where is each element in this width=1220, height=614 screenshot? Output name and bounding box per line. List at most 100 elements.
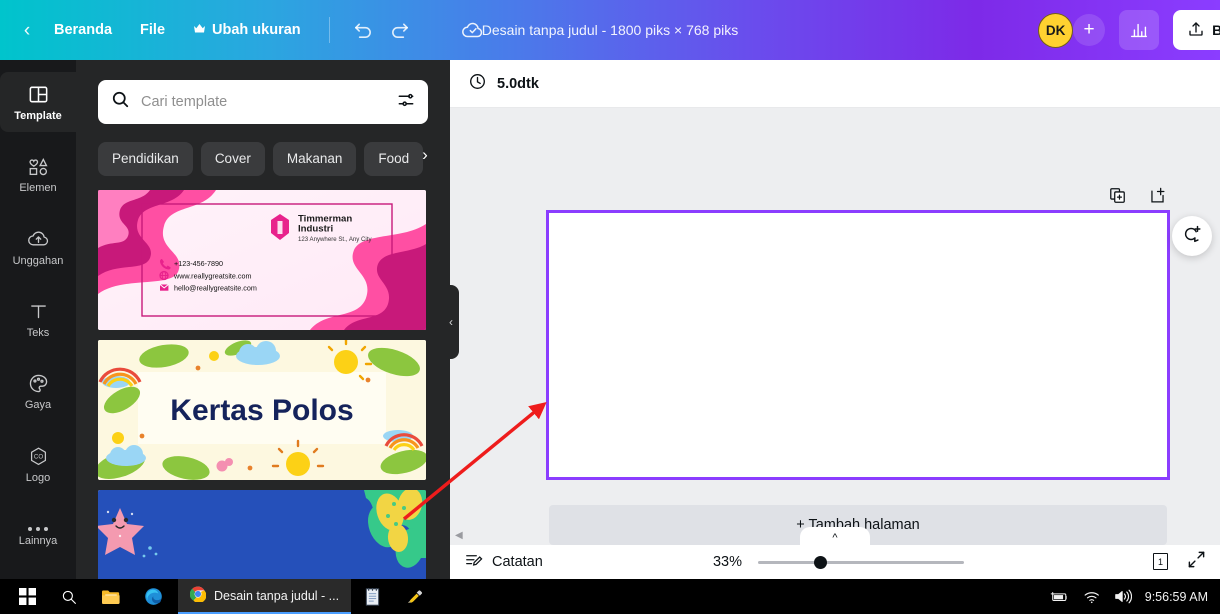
zoom-slider-knob[interactable] xyxy=(814,555,827,569)
taskbar-search-icon[interactable] xyxy=(48,579,90,614)
notepad-icon[interactable] xyxy=(351,579,393,614)
pages-button[interactable]: 1 xyxy=(1151,551,1173,573)
template-card-selotip-banner[interactable]: Selotip xyxy=(98,490,426,579)
redo-button[interactable] xyxy=(382,11,420,49)
left-rail: Template Elemen Unggahan Teks Gaya CO Lo… xyxy=(0,60,76,579)
insights-button[interactable] xyxy=(1119,10,1160,50)
search-input[interactable] xyxy=(141,94,386,110)
document-title-text: Desain tanpa judul - 1800 piks × 768 pik… xyxy=(481,22,739,38)
zoom-percent-label: 33% xyxy=(712,554,742,570)
avatar[interactable]: DK xyxy=(1038,12,1074,48)
crown-icon xyxy=(193,23,206,37)
chip-label: Cover xyxy=(214,151,251,166)
palette-icon xyxy=(27,372,50,395)
notes-icon xyxy=(464,551,483,574)
add-page-icon[interactable] xyxy=(1146,184,1168,206)
sidebar-item-label: Template xyxy=(14,109,62,122)
share-button[interactable]: Ba xyxy=(1173,10,1220,50)
upload-cloud-icon xyxy=(27,228,50,251)
file-label: File xyxy=(140,22,166,38)
sidebar-item-label: Gaya xyxy=(24,399,52,412)
template-results: Timmerman Industri 123 Anywhere St., Any… xyxy=(76,178,450,579)
sidebar-item-label: Unggahan xyxy=(12,254,64,267)
resize-button[interactable]: Ubah ukuran xyxy=(179,14,315,46)
chips-next-arrow-icon[interactable]: › xyxy=(414,145,436,165)
add-collaborator-button[interactable]: + xyxy=(1073,14,1106,46)
design-page-canvas[interactable] xyxy=(546,210,1170,480)
battery-charging-icon[interactable] xyxy=(1050,590,1070,604)
wifi-icon[interactable] xyxy=(1083,590,1101,604)
sidebar-item-label: Teks xyxy=(26,326,50,339)
sidebar-item-unggahan[interactable]: Unggahan xyxy=(0,217,76,277)
top-toolbar-left: ‹ Beranda File Ubah ukuran xyxy=(0,0,492,60)
notes-button[interactable]: Catatan xyxy=(464,551,543,574)
volume-icon[interactable] xyxy=(1114,589,1132,604)
chip-cover[interactable]: Cover xyxy=(200,141,265,176)
duplicate-page-icon[interactable] xyxy=(1106,184,1128,206)
sliders-icon[interactable] xyxy=(396,90,416,115)
clock-icon[interactable] xyxy=(468,72,487,96)
canvas-body: + Tambah halaman ◀ ^ xyxy=(450,108,1220,545)
taskbar-clock[interactable]: 9:56:59 AM xyxy=(1145,590,1208,604)
home-button[interactable]: Beranda xyxy=(40,14,126,46)
file-explorer-icon[interactable] xyxy=(90,579,132,614)
zoom-slider[interactable] xyxy=(758,554,964,570)
shapes-icon xyxy=(27,155,50,178)
scroll-left-indicator[interactable]: ◀ xyxy=(455,530,463,541)
windows-start-icon[interactable] xyxy=(6,579,48,614)
top-toolbar-right: DK + Ba xyxy=(1038,0,1220,60)
magic-assist-button[interactable] xyxy=(1172,216,1212,256)
footer-right: 1 xyxy=(1151,550,1206,574)
toolbar-divider xyxy=(328,17,330,43)
chip-label: Pendidikan xyxy=(112,151,179,166)
pages-count: 1 xyxy=(1153,553,1168,570)
panel-collapse-handle[interactable]: ‹ xyxy=(443,285,459,359)
timer-label: 5.0dtk xyxy=(497,75,539,92)
file-menu-button[interactable]: File xyxy=(126,14,179,46)
taskbar-window-label: Desain tanpa judul - ... xyxy=(214,588,340,603)
paint-icon[interactable] xyxy=(393,579,435,614)
chrome-icon xyxy=(189,586,207,605)
svg-text:Industri: Industri xyxy=(298,224,333,235)
template-icon xyxy=(27,83,50,106)
magic-assist-icon xyxy=(1181,223,1203,250)
sidebar-item-gaya[interactable]: Gaya xyxy=(0,362,76,422)
svg-text:www.reallygreatsite.com: www.reallygreatsite.com xyxy=(173,272,252,281)
chip-pendidikan[interactable]: Pendidikan xyxy=(98,141,193,176)
resize-label: Ubah ukuran xyxy=(212,22,301,38)
more-dots-icon xyxy=(28,526,48,531)
sidebar-item-logo[interactable]: CO Logo xyxy=(0,434,76,494)
category-chips: Pendidikan Cover Makanan Food › xyxy=(76,124,450,178)
sidebar-item-lainnya[interactable]: Lainnya xyxy=(0,507,76,567)
zoom-controls: 33% xyxy=(706,554,964,570)
cloud-saved-indicator[interactable] xyxy=(454,11,492,49)
text-t-icon xyxy=(27,300,50,323)
fullscreen-button[interactable] xyxy=(1187,550,1206,574)
template-heading: Kertas Polos xyxy=(170,394,353,427)
search-section xyxy=(76,60,450,124)
chip-label: Makanan xyxy=(286,151,343,166)
sidebar-item-elemen[interactable]: Elemen xyxy=(0,144,76,204)
logo-hex-icon: CO xyxy=(27,445,50,468)
bottom-panel-toggle[interactable]: ^ xyxy=(800,527,870,545)
search-icon xyxy=(110,89,131,115)
sidebar-item-label: Logo xyxy=(25,471,51,484)
add-collaborator-label: + xyxy=(1083,19,1095,40)
template-card-kertas-polos-banner[interactable]: Kertas Polos xyxy=(98,340,426,480)
template-card-business-card-pink[interactable]: Timmerman Industri 123 Anywhere St., Any… xyxy=(98,190,426,330)
undo-button[interactable] xyxy=(344,11,382,49)
search-box[interactable] xyxy=(98,80,428,124)
canvas-area: 5.0dtk + Tambah halaman ◀ ^ Catatan 33% … xyxy=(450,60,1220,579)
back-chevron-icon[interactable]: ‹ xyxy=(14,21,40,40)
top-toolbar: ‹ Beranda File Ubah ukuran Desain tanpa … xyxy=(0,0,1220,60)
sidebar-item-teks[interactable]: Teks xyxy=(0,289,76,349)
edge-icon[interactable] xyxy=(132,579,174,614)
chip-label: Food xyxy=(378,151,410,166)
canvas-footer: Catatan 33% 1 xyxy=(450,545,1220,579)
sidebar-item-template[interactable]: Template xyxy=(0,72,76,133)
windows-taskbar: Desain tanpa judul - ... 9:56:59 AM xyxy=(0,579,1220,614)
chip-makanan[interactable]: Makanan xyxy=(272,141,357,176)
notes-label: Catatan xyxy=(492,554,543,570)
taskbar-active-window[interactable]: Desain tanpa judul - ... xyxy=(178,579,352,614)
svg-text:hello@reallygreatsite.com: hello@reallygreatsite.com xyxy=(174,284,257,293)
